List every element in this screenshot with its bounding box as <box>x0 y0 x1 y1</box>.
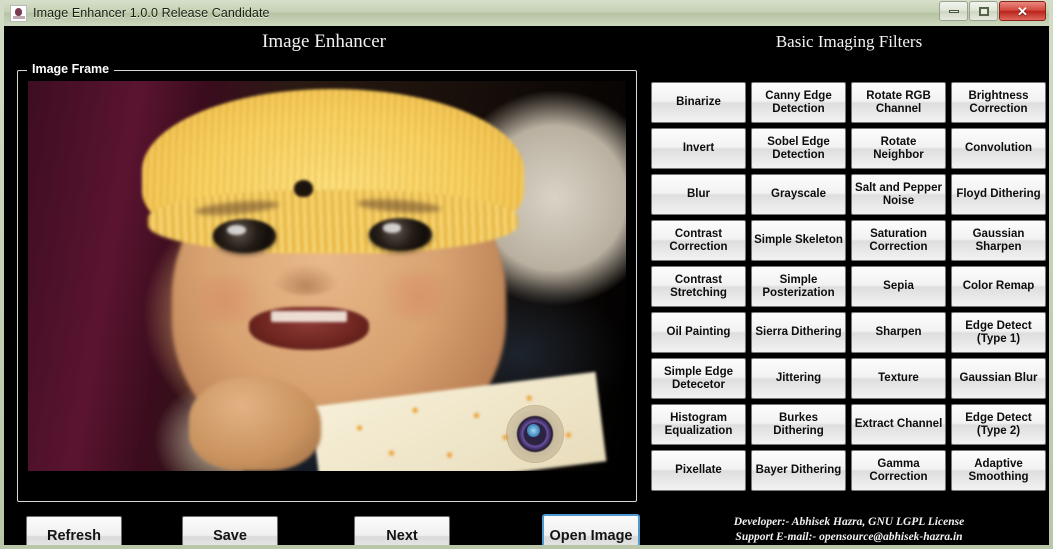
filter-button[interactable]: Simple Skeleton <box>751 220 846 261</box>
maximize-button[interactable] <box>969 1 998 21</box>
filter-button[interactable]: Contrast Stretching <box>651 266 746 307</box>
filter-button[interactable]: Blur <box>651 174 746 215</box>
photo-eye-right <box>368 217 432 251</box>
filter-button[interactable]: Pixellate <box>651 450 746 491</box>
filter-button[interactable]: Extract Channel <box>851 404 946 445</box>
filter-button[interactable]: Salt and Pepper Noise <box>851 174 946 215</box>
filter-button[interactable]: Simple Edge Detecetor <box>651 358 746 399</box>
filter-button[interactable]: Sierra Dithering <box>751 312 846 353</box>
client-area: Image Enhancer Image Frame Refresh Save … <box>4 26 1049 545</box>
title-bar: Image Enhancer 1.0.0 Release Candidate ✕ <box>4 0 1049 26</box>
photo-cap-brim <box>147 190 519 253</box>
filter-button[interactable]: Oil Painting <box>651 312 746 353</box>
close-icon: ✕ <box>1017 3 1028 19</box>
filter-button[interactable]: Convolution <box>951 128 1046 169</box>
open-image-button[interactable]: Open Image <box>542 514 640 545</box>
image-preview[interactable] <box>28 81 626 471</box>
filter-button[interactable]: Texture <box>851 358 946 399</box>
filter-button[interactable]: Grayscale <box>751 174 846 215</box>
filter-button[interactable]: Gamma Correction <box>851 450 946 491</box>
filter-button[interactable]: Color Remap <box>951 266 1046 307</box>
filters-grid: Binarize Canny Edge Detection Rotate RGB C… <box>651 82 1047 491</box>
app-icon <box>10 4 27 22</box>
filters-panel-title: Basic Imaging Filters <box>775 32 923 51</box>
filter-button[interactable]: Burkes Dithering <box>751 404 846 445</box>
credits-email: Support E-mail:- opensource@abhisek-hazr… <box>735 531 963 544</box>
photo-eye-left <box>213 219 277 253</box>
maximize-icon <box>978 6 989 16</box>
filter-button[interactable]: Rotate RGB Channel <box>851 82 946 123</box>
filter-button[interactable]: Edge Detect (Type 1) <box>951 312 1046 353</box>
image-frame-group: Image Frame <box>17 62 637 502</box>
image-frame-label: Image Frame <box>27 62 115 76</box>
credits: Developer:- Abhisek Hazra, GNU LGPL Lice… <box>649 515 1049 545</box>
photo-watermark <box>506 404 565 463</box>
filter-button[interactable]: Canny Edge Detection <box>751 82 846 123</box>
photo-bindi <box>294 180 314 197</box>
window-controls: ✕ <box>939 1 1046 21</box>
minimize-button[interactable] <box>939 1 968 21</box>
filter-button[interactable]: Sharpen <box>851 312 946 353</box>
filter-button[interactable]: Sobel Edge Detection <box>751 128 846 169</box>
filter-button[interactable]: Floyd Dithering <box>951 174 1046 215</box>
filter-button[interactable]: Brightness Correction <box>951 82 1046 123</box>
filter-button[interactable]: Jittering <box>751 358 846 399</box>
filter-button[interactable]: Saturation Correction <box>851 220 946 261</box>
save-button[interactable]: Save <box>182 516 278 545</box>
page-title: Image Enhancer <box>262 31 386 52</box>
credits-developer: Developer:- Abhisek Hazra, GNU LGPL Lice… <box>733 516 965 528</box>
refresh-button[interactable]: Refresh <box>26 516 122 545</box>
filter-button[interactable]: Invert <box>651 128 746 169</box>
close-button[interactable]: ✕ <box>999 1 1046 21</box>
filter-button[interactable]: Gaussian Sharpen <box>951 220 1046 261</box>
filter-button[interactable]: Sepia <box>851 266 946 307</box>
filter-button[interactable]: Contrast Correction <box>651 220 746 261</box>
photo-cheek-right <box>368 272 465 319</box>
next-button[interactable]: Next <box>354 516 450 545</box>
filter-button[interactable]: Binarize <box>651 82 746 123</box>
filter-button[interactable]: Bayer Dithering <box>751 450 846 491</box>
filter-button[interactable]: Histogram Equalization <box>651 404 746 445</box>
application-window: Image Enhancer 1.0.0 Release Candidate ✕… <box>0 0 1053 549</box>
filter-button[interactable]: Rotate Neighbor <box>851 128 946 169</box>
filter-button[interactable]: Edge Detect (Type 2) <box>951 404 1046 445</box>
filter-button[interactable]: Simple Posterization <box>751 266 846 307</box>
filter-button[interactable]: Gaussian Blur <box>951 358 1046 399</box>
photo-mouth <box>249 307 369 351</box>
window-title: Image Enhancer 1.0.0 Release Candidate <box>33 6 270 20</box>
photo-hand <box>189 377 321 471</box>
filter-button[interactable]: Adaptive Smoothing <box>951 450 1046 491</box>
minimize-icon <box>948 9 959 13</box>
